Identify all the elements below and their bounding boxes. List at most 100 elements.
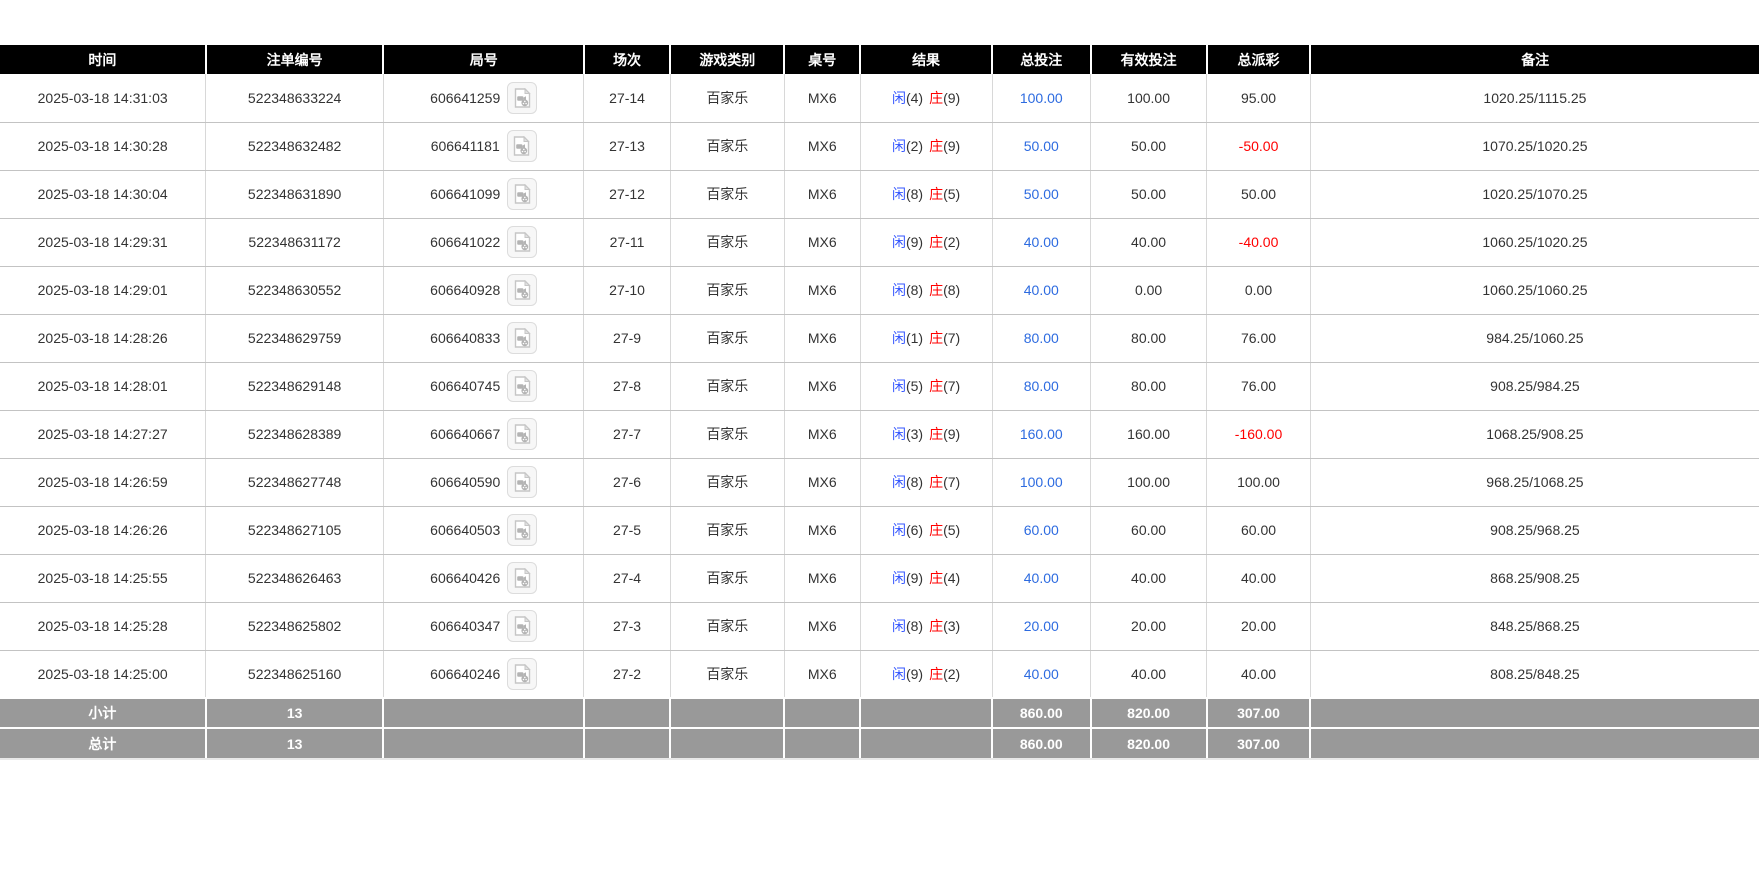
result-cell: 闲(6)庄(5) — [860, 506, 992, 554]
round-cell: 606641259 — [383, 74, 584, 122]
time-cell: 2025-03-18 14:30:04 — [0, 170, 206, 218]
session-cell: 27-7 — [584, 410, 670, 458]
banker-label: 庄 — [929, 474, 943, 490]
result-cell: 闲(2)庄(9) — [860, 122, 992, 170]
bet-records-table: 时间注单编号局号场次游戏类别桌号结果总投注有效投注总派彩备注 2025-03-1… — [0, 45, 1759, 758]
total-bet-cell[interactable]: 80.00 — [992, 314, 1091, 362]
time-cell: 2025-03-18 14:31:03 — [0, 74, 206, 122]
bet-id-cell: 522348631890 — [206, 170, 384, 218]
video-replay-button[interactable] — [507, 610, 537, 642]
summary-empty-result-cell — [860, 698, 992, 728]
player-score: (9) — [906, 234, 923, 250]
payout-cell: 40.00 — [1207, 650, 1311, 698]
result-cell: 闲(1)庄(7) — [860, 314, 992, 362]
bet-id-cell: 522348629759 — [206, 314, 384, 362]
column-header-time: 时间 — [0, 45, 206, 74]
banker-label: 庄 — [929, 138, 943, 154]
session-cell: 27-12 — [584, 170, 670, 218]
result-cell: 闲(8)庄(5) — [860, 170, 992, 218]
banker-label: 庄 — [929, 618, 943, 634]
video-replay-button[interactable] — [507, 658, 537, 690]
player-score: (1) — [906, 330, 923, 346]
banker-score: (7) — [943, 378, 960, 394]
session-cell: 27-10 — [584, 266, 670, 314]
game-type-cell: 百家乐 — [670, 74, 784, 122]
summary-empty-game-cell — [670, 728, 784, 758]
total-bet-cell[interactable]: 80.00 — [992, 362, 1091, 410]
bet-id-cell: 522348626463 — [206, 554, 384, 602]
table-row: 2025-03-18 14:30:28 522348632482 6066411… — [0, 122, 1759, 170]
total-bet-cell[interactable]: 160.00 — [992, 410, 1091, 458]
time-cell: 2025-03-18 14:26:26 — [0, 506, 206, 554]
round-cell: 606640590 — [383, 458, 584, 506]
valid-bet-cell: 40.00 — [1091, 554, 1207, 602]
video-replay-button[interactable] — [507, 370, 537, 402]
valid-bet-cell: 80.00 — [1091, 314, 1207, 362]
video-file-icon — [514, 424, 531, 444]
summary-empty-session-cell — [584, 728, 670, 758]
video-file-icon — [514, 616, 531, 636]
banker-score: (9) — [943, 90, 960, 106]
round-number: 606640833 — [430, 330, 500, 346]
video-replay-button[interactable] — [507, 514, 537, 546]
game-type-cell: 百家乐 — [670, 554, 784, 602]
session-cell: 27-11 — [584, 218, 670, 266]
round-cell: 606640246 — [383, 650, 584, 698]
video-replay-button[interactable] — [507, 562, 537, 594]
payout-cell: -40.00 — [1207, 218, 1311, 266]
round-number: 606640347 — [430, 618, 500, 634]
video-replay-button[interactable] — [507, 130, 537, 162]
result-cell: 闲(4)庄(9) — [860, 74, 992, 122]
summary-empty-game-cell — [670, 698, 784, 728]
table-no-cell: MX6 — [784, 410, 860, 458]
total-bet-cell[interactable]: 50.00 — [992, 122, 1091, 170]
valid-bet-cell: 20.00 — [1091, 602, 1207, 650]
video-replay-button[interactable] — [507, 178, 537, 210]
table-no-cell: MX6 — [784, 74, 860, 122]
player-score: (3) — [906, 426, 923, 442]
time-cell: 2025-03-18 14:26:59 — [0, 458, 206, 506]
table-row: 2025-03-18 14:27:27 522348628389 6066406… — [0, 410, 1759, 458]
table-no-cell: MX6 — [784, 554, 860, 602]
total-bet-cell[interactable]: 20.00 — [992, 602, 1091, 650]
valid-bet-cell: 100.00 — [1091, 458, 1207, 506]
player-score: (4) — [906, 90, 923, 106]
valid-bet-cell: 100.00 — [1091, 74, 1207, 122]
total-bet-cell[interactable]: 50.00 — [992, 170, 1091, 218]
payout-cell: 40.00 — [1207, 554, 1311, 602]
table-row: 2025-03-18 14:28:26 522348629759 6066408… — [0, 314, 1759, 362]
banker-label: 庄 — [929, 90, 943, 106]
video-replay-button[interactable] — [507, 226, 537, 258]
video-replay-button[interactable] — [507, 82, 537, 114]
player-label: 闲 — [892, 378, 906, 394]
table-no-cell: MX6 — [784, 314, 860, 362]
player-label: 闲 — [892, 522, 906, 538]
video-file-icon — [514, 184, 531, 204]
total-bet-cell[interactable]: 60.00 — [992, 506, 1091, 554]
total-bet-cell[interactable]: 40.00 — [992, 650, 1091, 698]
round-number: 606641181 — [431, 138, 500, 154]
video-replay-button[interactable] — [507, 274, 537, 306]
remark-cell: 984.25/1060.25 — [1310, 314, 1759, 362]
total-bet-cell[interactable]: 40.00 — [992, 218, 1091, 266]
player-score: (8) — [906, 618, 923, 634]
table-no-cell: MX6 — [784, 218, 860, 266]
bet-id-cell: 522348633224 — [206, 74, 384, 122]
video-replay-button[interactable] — [507, 466, 537, 498]
payout-cell: 60.00 — [1207, 506, 1311, 554]
total-bet-cell[interactable]: 100.00 — [992, 458, 1091, 506]
summary-payout-cell: 307.00 — [1207, 698, 1311, 728]
result-cell: 闲(9)庄(2) — [860, 218, 992, 266]
video-replay-button[interactable] — [507, 418, 537, 450]
total-bet-cell[interactable]: 100.00 — [992, 74, 1091, 122]
top-spacer — [0, 0, 1759, 45]
video-file-icon — [514, 88, 531, 108]
summary-row: 总计 13 860.00 820.00 307.00 — [0, 728, 1759, 758]
video-replay-button[interactable] — [507, 322, 537, 354]
table-row: 2025-03-18 14:31:03 522348633224 6066412… — [0, 74, 1759, 122]
total-bet-cell[interactable]: 40.00 — [992, 266, 1091, 314]
game-type-cell: 百家乐 — [670, 170, 784, 218]
summary-empty-session-cell — [584, 698, 670, 728]
player-score: (9) — [906, 570, 923, 586]
total-bet-cell[interactable]: 40.00 — [992, 554, 1091, 602]
